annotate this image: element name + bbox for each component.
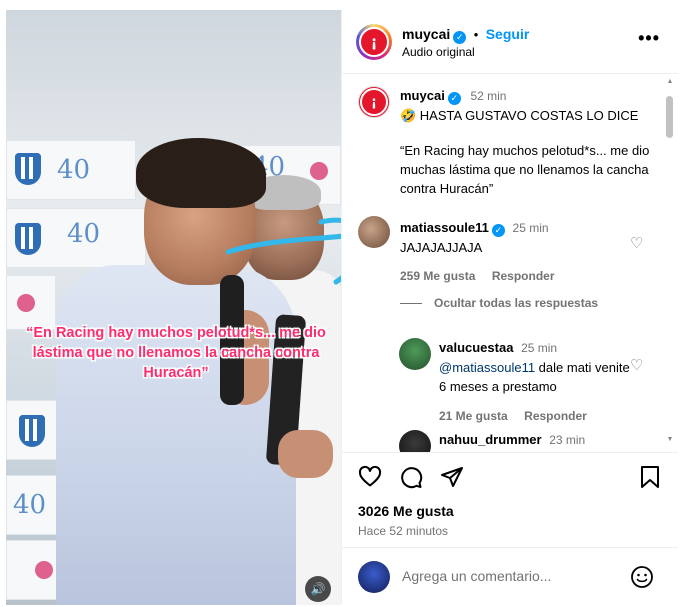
racing-shield-icon bbox=[15, 153, 41, 185]
speaker-icon[interactable]: 🔊 bbox=[305, 576, 331, 602]
current-user-avatar bbox=[358, 561, 390, 593]
comment-input[interactable] bbox=[402, 568, 622, 584]
reply-time: 23 min bbox=[549, 433, 586, 447]
emoji-icon[interactable] bbox=[630, 565, 654, 589]
heart-icon[interactable]: ♡ bbox=[630, 234, 643, 252]
post-caption: muycai ✓ 52 min 🤣 HASTA GUSTAVO COSTAS LO… bbox=[400, 86, 660, 198]
scrollbar-thumb[interactable] bbox=[666, 96, 673, 138]
comment-username[interactable]: matiassoule11 bbox=[400, 220, 489, 235]
verified-badge-icon: ✓ bbox=[491, 224, 505, 237]
muycai-logo-icon: ¡ bbox=[359, 27, 389, 57]
arrow-annotation-icon bbox=[226, 217, 341, 285]
second-hand bbox=[278, 430, 333, 478]
background-banner: 40 bbox=[6, 140, 136, 200]
caption-headline: 🤣 HASTA GUSTAVO COSTAS LO DICE bbox=[400, 108, 639, 123]
author-avatar-small[interactable]: ¡ bbox=[358, 86, 390, 118]
commenter-avatar[interactable] bbox=[399, 338, 431, 370]
replies-divider bbox=[400, 302, 422, 304]
banner-logo-icon bbox=[35, 561, 53, 579]
comment-text: JAJAJAJJAJA bbox=[400, 240, 483, 255]
comment-composer bbox=[342, 547, 678, 605]
background-banner bbox=[6, 400, 61, 460]
bookmark-icon[interactable] bbox=[639, 465, 661, 489]
banner-number: 40 bbox=[13, 490, 47, 520]
post-timestamp: Hace 52 minutos bbox=[358, 524, 449, 538]
heart-icon[interactable]: ♡ bbox=[630, 356, 643, 374]
author-username[interactable]: muycai bbox=[402, 26, 450, 42]
hide-replies-label[interactable]: Ocultar todas las respuestas bbox=[434, 296, 598, 310]
reply-button[interactable]: Responder bbox=[524, 409, 587, 423]
caption-quote: “En Racing hay muchos pelotud*s... me di… bbox=[400, 143, 650, 196]
comment-likes[interactable]: 259 Me gusta bbox=[400, 269, 475, 283]
comments-list[interactable]: ¡ muycai ✓ 52 min 🤣 HASTA GUSTAVO COSTAS … bbox=[342, 74, 678, 452]
banner-logo-icon bbox=[17, 294, 35, 312]
reply-time: 25 min bbox=[521, 341, 558, 355]
caption-username[interactable]: muycai bbox=[400, 88, 445, 103]
likes-count[interactable]: 3026 Me gusta bbox=[358, 503, 454, 519]
commenter-avatar[interactable] bbox=[358, 216, 390, 248]
author-avatar[interactable]: ¡ bbox=[356, 24, 392, 60]
banner-logo-icon bbox=[310, 162, 328, 180]
commenter-avatar[interactable] bbox=[399, 430, 431, 452]
post-video[interactable]: 40 40 40 40 “En Racing hay muchos pelotu… bbox=[6, 10, 341, 605]
verified-badge-icon: ✓ bbox=[447, 92, 461, 105]
video-caption-overlay: “En Racing hay muchos pelotud*s... me di… bbox=[26, 325, 326, 381]
follow-button[interactable]: Seguir bbox=[486, 26, 530, 42]
audio-label[interactable]: Audio original bbox=[402, 45, 475, 59]
post-actions: 3026 Me gusta Hace 52 minutos bbox=[342, 452, 678, 547]
reply-text: @matiassoule11 dale mati venite 6 meses … bbox=[439, 360, 630, 394]
verified-badge-icon: ✓ bbox=[453, 31, 467, 44]
author-line: muycai ✓ • Seguir bbox=[402, 26, 530, 44]
comment-icon[interactable] bbox=[399, 465, 423, 489]
reply-likes[interactable]: 21 Me gusta bbox=[439, 409, 508, 423]
background-banner bbox=[6, 275, 56, 330]
scroll-up-icon[interactable]: ▲ bbox=[666, 78, 674, 85]
scroll-down-icon[interactable]: ▼ bbox=[666, 436, 674, 443]
reply-item: nahuu_drummer 23 min bbox=[439, 430, 639, 450]
reply-username[interactable]: valucuestaa bbox=[439, 340, 513, 355]
post-header: ¡ muycai ✓ • Seguir Audio original ••• bbox=[342, 10, 678, 74]
heart-icon[interactable] bbox=[358, 465, 382, 489]
racing-shield-icon bbox=[19, 415, 45, 447]
comment-item: matiassoule11 ✓ 25 min JAJAJAJJAJA 259 Me… bbox=[400, 218, 630, 285]
speaker-hair bbox=[136, 138, 266, 208]
comment-time: 25 min bbox=[512, 221, 549, 235]
banner-number: 40 bbox=[67, 219, 101, 249]
post-panel: ¡ muycai ✓ • Seguir Audio original ••• ¡ … bbox=[341, 10, 678, 605]
hide-replies-toggle[interactable]: Ocultar todas las respuestas bbox=[400, 296, 598, 310]
background-banner: 40 bbox=[6, 208, 146, 268]
muycai-logo-icon: ¡ bbox=[360, 88, 388, 116]
banner-number: 40 bbox=[57, 155, 91, 185]
caption-time: 52 min bbox=[470, 89, 507, 103]
racing-shield-icon bbox=[15, 223, 41, 255]
reply-item: valucuestaa 25 min @matiassoule11 dale m… bbox=[439, 338, 639, 425]
reply-username[interactable]: nahuu_drummer bbox=[439, 432, 542, 447]
reply-button[interactable]: Responder bbox=[492, 269, 555, 283]
more-options-icon[interactable]: ••• bbox=[638, 28, 660, 49]
mention-link[interactable]: @matiassoule11 bbox=[439, 360, 535, 375]
share-icon[interactable] bbox=[440, 465, 464, 489]
